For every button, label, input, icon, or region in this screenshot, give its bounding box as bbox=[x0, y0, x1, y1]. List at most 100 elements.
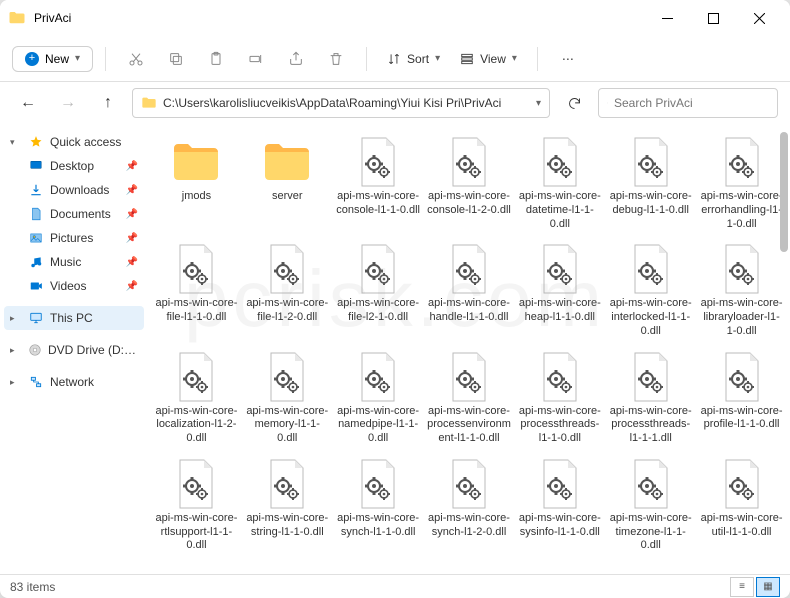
refresh-button[interactable] bbox=[558, 87, 590, 119]
file-item[interactable]: api-ms-win-core-sysinfo-l1-1-0.dll bbox=[515, 454, 604, 557]
dll-icon bbox=[716, 351, 768, 403]
pin-icon: 📌 bbox=[126, 161, 138, 172]
file-pane[interactable]: jmodsserverapi-ms-win-core-console-l1-1-… bbox=[148, 124, 790, 574]
file-item[interactable]: api-ms-win-core-interlocked-l1-1-0.dll bbox=[606, 239, 695, 342]
item-count: 83 items bbox=[10, 580, 55, 594]
file-label: api-ms-win-core-errorhandling-l1-1-0.dll bbox=[700, 190, 784, 231]
sidebar-dvd[interactable]: ▸ DVD Drive (D:) CCCC bbox=[4, 338, 144, 362]
file-item[interactable]: api-ms-win-core-file-l1-2-0.dll bbox=[243, 239, 332, 342]
file-item[interactable]: api-ms-win-core-datetime-l1-1-0.dll bbox=[515, 132, 604, 235]
more-button[interactable]: ⋯ bbox=[550, 41, 586, 77]
cut-button[interactable] bbox=[118, 41, 154, 77]
dll-icon bbox=[716, 136, 768, 188]
pin-icon: 📌 bbox=[126, 185, 138, 196]
file-label: api-ms-win-core-rtlsupport-l1-1-0.dll bbox=[154, 512, 238, 553]
sidebar-network[interactable]: ▸ Network bbox=[4, 370, 144, 394]
address-input[interactable] bbox=[163, 96, 530, 110]
sidebar-this-pc[interactable]: ▸ This PC bbox=[4, 306, 144, 330]
icons-view-button[interactable]: ▦ bbox=[756, 577, 780, 597]
file-label: api-ms-win-core-console-l1-2-0.dll bbox=[427, 190, 511, 230]
file-item[interactable]: api-ms-win-core-processenvironment-l1-1-… bbox=[425, 347, 514, 450]
pin-icon: 📌 bbox=[126, 209, 138, 220]
file-item[interactable]: api-ms-win-core-synch-l1-1-0.dll bbox=[334, 454, 423, 557]
dll-icon bbox=[261, 351, 313, 403]
chevron-down-icon: ▾ bbox=[512, 53, 517, 64]
sidebar-item-label: Downloads bbox=[50, 183, 109, 197]
file-item[interactable]: api-ms-win-core-namedpipe-l1-1-0.dll bbox=[334, 347, 423, 450]
sort-button[interactable]: Sort ▾ bbox=[379, 52, 448, 66]
file-item[interactable]: api-ms-win-core-file-l1-1-0.dll bbox=[152, 239, 241, 342]
dll-icon bbox=[352, 136, 404, 188]
view-button[interactable]: View ▾ bbox=[452, 52, 525, 66]
file-item[interactable]: api-ms-win-core-util-l1-1-0.dll bbox=[697, 454, 786, 557]
file-item[interactable]: api-ms-win-core-handle-l1-1-0.dll bbox=[425, 239, 514, 342]
folder-icon bbox=[261, 136, 313, 188]
view-icon bbox=[460, 52, 474, 66]
file-item[interactable]: api-ms-win-core-processthreads-l1-1-0.dl… bbox=[515, 347, 604, 450]
file-item[interactable]: api-ms-win-core-errorhandling-l1-1-0.dll bbox=[697, 132, 786, 235]
delete-button[interactable] bbox=[318, 41, 354, 77]
network-icon bbox=[28, 374, 44, 390]
file-item[interactable]: api-ms-win-core-file-l2-1-0.dll bbox=[334, 239, 423, 342]
dll-icon bbox=[443, 136, 495, 188]
desktop-icon bbox=[28, 158, 44, 174]
folder-item[interactable]: jmods bbox=[152, 132, 241, 235]
sidebar-item-videos[interactable]: Videos📌 bbox=[4, 274, 144, 298]
file-item[interactable]: api-ms-win-core-localization-l1-2-0.dll bbox=[152, 347, 241, 450]
file-item[interactable]: api-ms-win-core-console-l1-2-0.dll bbox=[425, 132, 514, 235]
monitor-icon bbox=[28, 310, 44, 326]
sidebar-item-desktop[interactable]: Desktop📌 bbox=[4, 154, 144, 178]
share-button[interactable] bbox=[278, 41, 314, 77]
file-item[interactable]: api-ms-win-core-memory-l1-1-0.dll bbox=[243, 347, 332, 450]
close-button[interactable] bbox=[736, 0, 782, 36]
file-item[interactable]: api-ms-win-core-libraryloader-l1-1-0.dll bbox=[697, 239, 786, 342]
dll-icon bbox=[625, 136, 677, 188]
file-item[interactable]: api-ms-win-core-processthreads-l1-1-1.dl… bbox=[606, 347, 695, 450]
up-button[interactable]: ↑ bbox=[92, 87, 124, 119]
sidebar-item-pictures[interactable]: Pictures📌 bbox=[4, 226, 144, 250]
dll-icon bbox=[443, 458, 495, 510]
search-input[interactable] bbox=[614, 96, 769, 110]
file-item[interactable]: api-ms-win-core-profile-l1-1-0.dll bbox=[697, 347, 786, 450]
music-icon bbox=[28, 254, 44, 270]
file-item[interactable]: api-ms-win-core-debug-l1-1-0.dll bbox=[606, 132, 695, 235]
pin-icon: 📌 bbox=[126, 257, 138, 268]
file-label: api-ms-win-core-util-l1-1-0.dll bbox=[700, 512, 784, 552]
paste-button[interactable] bbox=[198, 41, 234, 77]
minimize-button[interactable] bbox=[644, 0, 690, 36]
chevron-down-icon[interactable]: ▾ bbox=[536, 98, 541, 109]
file-item[interactable]: api-ms-win-core-synch-l1-2-0.dll bbox=[425, 454, 514, 557]
sidebar-item-label: Documents bbox=[50, 207, 111, 221]
file-item[interactable]: api-ms-win-core-timezone-l1-1-0.dll bbox=[606, 454, 695, 557]
sidebar-item-downloads[interactable]: Downloads 📌 bbox=[4, 178, 144, 202]
search-box[interactable] bbox=[598, 88, 778, 118]
address-box[interactable]: ▾ bbox=[132, 88, 550, 118]
back-button[interactable]: ← bbox=[12, 87, 44, 119]
chevron-down-icon: ▾ bbox=[435, 53, 440, 64]
sidebar-item-label: Pictures bbox=[50, 231, 93, 245]
titlebar: PrivAci bbox=[0, 0, 790, 36]
new-button[interactable]: + New ▾ bbox=[12, 46, 93, 72]
file-item[interactable]: api-ms-win-core-string-l1-1-0.dll bbox=[243, 454, 332, 557]
maximize-button[interactable] bbox=[690, 0, 736, 36]
folder-item[interactable]: server bbox=[243, 132, 332, 235]
explorer-window: pcrisk.com PrivAci + New ▾ Sort ▾ bbox=[0, 0, 790, 598]
file-label: api-ms-win-core-console-l1-1-0.dll bbox=[336, 190, 420, 230]
file-item[interactable]: api-ms-win-core-console-l1-1-0.dll bbox=[334, 132, 423, 235]
scrollbar-thumb[interactable] bbox=[780, 132, 788, 252]
dll-icon bbox=[534, 351, 586, 403]
sidebar-quick-access[interactable]: ▾ Quick access bbox=[4, 130, 144, 154]
file-item[interactable]: api-ms-win-core-heap-l1-1-0.dll bbox=[515, 239, 604, 342]
file-label: api-ms-win-core-profile-l1-1-0.dll bbox=[700, 405, 784, 445]
dll-icon bbox=[170, 351, 222, 403]
sidebar-item-music[interactable]: Music📌 bbox=[4, 250, 144, 274]
forward-button[interactable]: → bbox=[52, 87, 84, 119]
details-view-button[interactable]: ≡ bbox=[730, 577, 754, 597]
rename-button[interactable] bbox=[238, 41, 274, 77]
sidebar-item-documents[interactable]: Documents 📌 bbox=[4, 202, 144, 226]
folder-icon bbox=[8, 9, 26, 27]
file-item[interactable]: api-ms-win-core-rtlsupport-l1-1-0.dll bbox=[152, 454, 241, 557]
dll-icon bbox=[625, 351, 677, 403]
copy-button[interactable] bbox=[158, 41, 194, 77]
file-label: api-ms-win-core-libraryloader-l1-1-0.dll bbox=[700, 297, 784, 338]
